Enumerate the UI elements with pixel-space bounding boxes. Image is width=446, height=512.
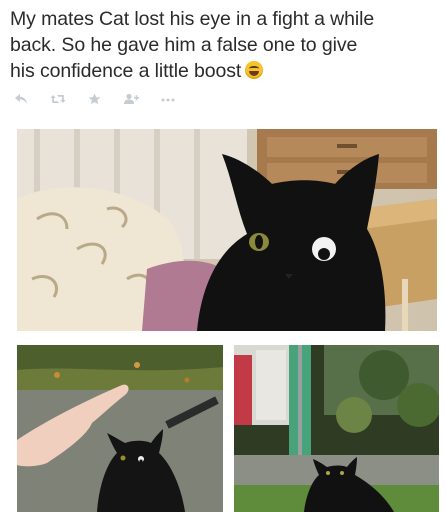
follow-icon[interactable] <box>123 93 139 105</box>
photo-hand-cat[interactable] <box>17 345 223 512</box>
more-icon[interactable] <box>161 93 175 105</box>
retweet-icon[interactable] <box>50 93 66 105</box>
photo-cat-by-post[interactable] <box>234 345 439 512</box>
tweet-line-3-text: his confidence a little boost <box>10 60 242 82</box>
tweet-line-3: his confidence a little boost <box>10 58 440 84</box>
tweet-actions <box>14 91 175 107</box>
favorite-icon[interactable] <box>88 93 101 105</box>
laughing-emoji-icon <box>245 61 264 79</box>
tweet-line-1: My mates Cat lost his eye in a fight a w… <box>10 8 375 30</box>
photo-cat-googly-eye[interactable] <box>17 129 437 331</box>
tweet-line-2: back. So he gave him a false one to give <box>10 34 358 56</box>
tweet-text: My mates Cat lost his eye in a fight a w… <box>10 6 440 84</box>
reply-icon[interactable] <box>14 93 28 105</box>
